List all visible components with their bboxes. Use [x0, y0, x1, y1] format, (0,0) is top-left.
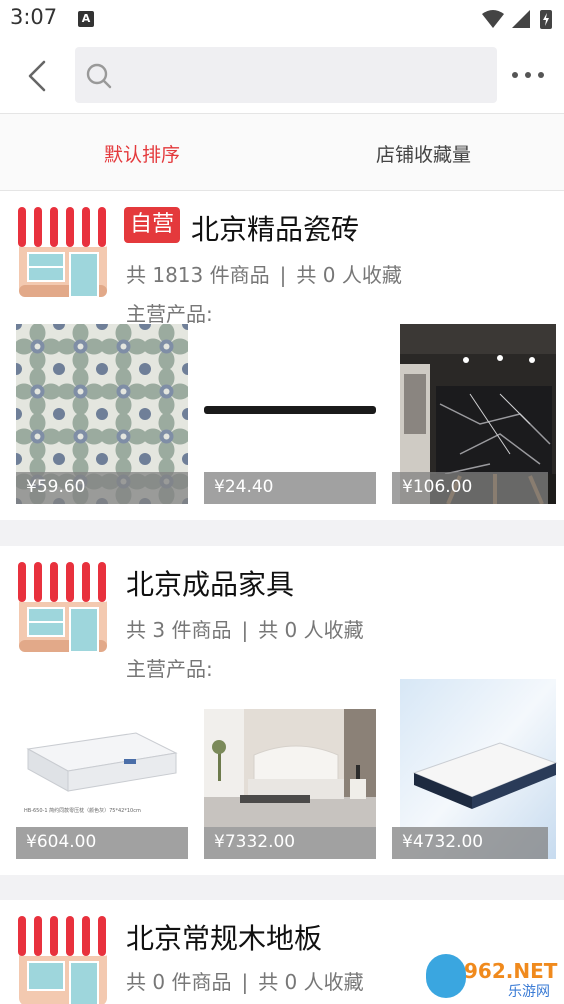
search-icon — [86, 63, 112, 89]
signal-icon — [512, 10, 530, 28]
product-price: ¥106.00 — [402, 477, 473, 497]
product-thumbnail[interactable]: HB-650-1 简约同款零压枕（颜色灰）75*42*10cm ¥604.00 — [16, 679, 188, 859]
favorite-count: 共 0 人收藏 — [258, 618, 364, 642]
back-arrow-icon[interactable] — [24, 58, 54, 94]
status-bar: 3:07 A — [0, 0, 564, 38]
store-stats: 共 3 件商品 | 共 0 人收藏 — [126, 614, 364, 643]
store-name[interactable]: 北京常规木地板 — [126, 917, 322, 957]
wifi-icon — [482, 10, 504, 28]
product-price: ¥7332.00 — [214, 832, 296, 852]
product-price: ¥59.60 — [26, 477, 86, 497]
store-name[interactable]: 北京成品家具 — [126, 563, 294, 603]
sort-default-tab[interactable]: 默认排序 — [104, 140, 180, 167]
shop-icon — [16, 207, 110, 298]
watermark-number: 962.NET — [464, 959, 558, 983]
main-products-label: 主营产品: — [126, 302, 213, 326]
product-thumbnail[interactable]: ¥24.40 — [204, 324, 376, 504]
product-count: 共 0 件商品 — [126, 970, 232, 994]
shop-icon — [16, 562, 110, 653]
product-thumbnail[interactable]: ¥106.00 — [392, 324, 564, 504]
store-name[interactable]: 北京精品瓷砖 — [191, 208, 359, 248]
search-input[interactable] — [75, 47, 497, 103]
more-options-icon[interactable] — [510, 70, 546, 80]
product-price: ¥24.40 — [214, 477, 274, 497]
stats-separator: | — [241, 618, 249, 642]
favorite-count: 共 0 人收藏 — [296, 263, 402, 287]
status-time: 3:07 — [10, 5, 58, 29]
store-card[interactable]: 北京成品家具 共 3 件商品 | 共 0 人收藏 主营产品: HB-650-1 简约… — [0, 546, 564, 875]
stats-separator: | — [279, 263, 287, 287]
system-status-icons — [482, 10, 552, 29]
watermark-logo: 962.NET 乐游网 — [424, 952, 558, 1000]
store-stats: 共 1813 件商品 | 共 0 人收藏 — [126, 259, 402, 288]
product-thumbnail[interactable]: ¥7332.00 — [204, 679, 376, 859]
sort-bar: 默认排序 店铺收藏量 — [0, 114, 564, 191]
product-count: 共 3 件商品 — [126, 618, 232, 642]
main-products-label: 主营产品: — [126, 657, 213, 681]
product-thumbnail[interactable]: ¥4732.00 — [392, 679, 564, 859]
sort-favorites-tab[interactable]: 店铺收藏量 — [376, 140, 471, 167]
product-count: 共 1813 件商品 — [126, 263, 270, 287]
product-price: ¥604.00 — [26, 832, 97, 852]
favorite-count: 共 0 人收藏 — [258, 970, 364, 994]
watermark-site: 乐游网 — [508, 984, 550, 1000]
shop-icon — [16, 916, 110, 1004]
store-stats: 共 0 件商品 | 共 0 人收藏 — [126, 966, 364, 995]
product-caption: HB-650-1 简约同款零压枕（颜色灰）75*42*10cm — [24, 808, 141, 814]
product-thumbnail[interactable]: ¥59.60 — [16, 324, 188, 504]
top-app-bar — [0, 38, 564, 114]
stats-separator: | — [241, 970, 249, 994]
self-operated-badge: 自营 — [124, 207, 181, 243]
notification-icon: A — [78, 11, 94, 27]
store-card[interactable]: 自营 北京精品瓷砖 共 1813 件商品 | 共 0 人收藏 主营产品: ¥59… — [0, 191, 564, 520]
product-price: ¥4732.00 — [402, 832, 484, 852]
